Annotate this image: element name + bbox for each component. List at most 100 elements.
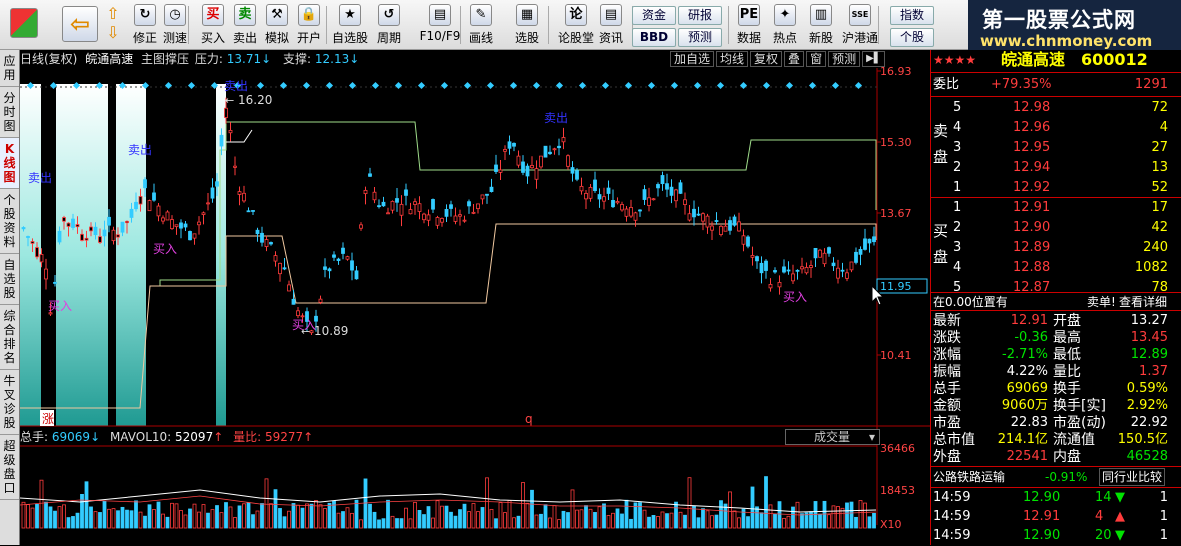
tick-price: 12.91 (1023, 509, 1061, 524)
volume-bar (692, 505, 696, 529)
toolbar-pick-label: 选股 (514, 31, 539, 45)
volume-indicator-select[interactable]: 成交量 ▾ (785, 429, 880, 445)
toolbar-back-button[interactable]: ⇦ (58, 2, 102, 48)
toolbar-small-button[interactable]: 资金 (632, 6, 676, 25)
toolbar-speed-button[interactable]: ◷ 测速 (160, 2, 190, 48)
ask-row[interactable]: 5 12.98 72 (931, 98, 1181, 118)
toolbar-info-button[interactable]: ▤ 资讯 (596, 2, 626, 48)
toolbar-data-button[interactable]: PE 数据 (734, 2, 764, 48)
candle-body (552, 148, 557, 151)
view-detail-link[interactable]: 查看详细 (1119, 292, 1167, 312)
low-price-label: 10.89 (314, 324, 348, 338)
volume-bar (867, 516, 872, 529)
toolbar-buy-button[interactable]: 买买入 (198, 2, 228, 48)
stat-label: 外盘 (933, 449, 961, 465)
candle-body (219, 134, 224, 147)
candle-body (822, 252, 827, 265)
volume-bar (458, 509, 462, 529)
candle-body (863, 238, 867, 250)
toolbar-separator (728, 6, 729, 44)
volume-bar (75, 512, 80, 529)
toolbar-small-button[interactable]: 指数 (890, 6, 934, 25)
sidebar-tab[interactable]: 牛叉诊股 (0, 370, 19, 435)
ask-row[interactable]: 2 12.94 13 (931, 158, 1181, 178)
toolbar-pick-button[interactable]: ▦ 选股 (512, 2, 542, 48)
candle-body (39, 254, 44, 263)
toolbar-forum-button[interactable]: 论论股堂 (556, 2, 596, 48)
volume-bar (728, 491, 732, 529)
toolbar-hot-button[interactable]: ✦ 热点 (770, 2, 800, 48)
candle-body (714, 220, 719, 222)
sidebar-tab[interactable]: 自选股 (0, 254, 19, 305)
bid-row[interactable]: 3 12.89 240 (931, 238, 1181, 258)
ask-row[interactable]: 4 12.96 4 (931, 118, 1181, 138)
price-tick-label: 10.41 (880, 349, 912, 362)
sidebar-tab[interactable]: 超级盘口 (0, 435, 19, 500)
candle-body (336, 258, 341, 261)
sidebar-tab[interactable]: 分时图 (0, 87, 19, 138)
candle-body (395, 198, 399, 203)
signal-diamond (463, 81, 472, 90)
volume-bar (597, 506, 602, 529)
candle-body (611, 200, 615, 208)
candle-body (53, 281, 57, 284)
bid-row[interactable]: 4 12.88 1082 (931, 258, 1181, 278)
sidebar-tab[interactable]: 应用 (0, 50, 19, 87)
kline-svg: 16.9315.3013.6711.9510.41卖出卖出卖出卖出买入买入买入买… (20, 65, 930, 531)
toolbar-open-button[interactable]: 🔒 开户 (294, 2, 324, 48)
toolbar-small-button[interactable]: 个股 (890, 28, 934, 47)
toolbar-simulate-button[interactable]: ⚒ 模拟 (262, 2, 292, 48)
toolbar-sell-button[interactable]: 卖卖出 (230, 2, 260, 48)
volume-bar (435, 500, 440, 529)
candle-body (197, 221, 201, 226)
candle-body (183, 223, 188, 228)
candle-body (543, 145, 548, 158)
industry-name[interactable]: 公路铁路运输 (933, 467, 1005, 487)
toolbar-hk-button[interactable]: SSE 沪港通 (840, 2, 880, 48)
volume-bar (287, 510, 291, 529)
toolbar-period-button[interactable]: ↺ 周期 (374, 2, 404, 48)
period-icon: ↺ (378, 4, 400, 26)
candle-body (179, 222, 183, 229)
volume-bar (368, 503, 372, 529)
sidebar-tab[interactable]: 个股资料 (0, 189, 19, 254)
volume-bar (701, 508, 705, 529)
down-arrow-icon[interactable]: ⇩ (100, 23, 126, 42)
stat-row: 外盘 22541 内盘 46528 (931, 447, 1181, 467)
toolbar-modify-button[interactable]: ↻ 修正 (130, 2, 160, 48)
candle-body (737, 221, 741, 232)
candle-body (341, 247, 345, 254)
compare-link[interactable]: 同行业比较 (1099, 468, 1166, 486)
bid-row[interactable]: 2 12.90 42 (931, 218, 1181, 238)
toolbar-watchlist-button[interactable]: ★ 自选股 (330, 2, 370, 48)
candle-body (809, 265, 813, 268)
bid-row[interactable]: 1 12.91 17 (931, 198, 1181, 218)
kline-chart-area[interactable]: 日线(复权) 皖通高速 主图撑压 压力: 13.71↓ 支撑: 12.13↓ 加… (20, 50, 930, 545)
highlight-band (56, 84, 108, 426)
candle-body (840, 269, 845, 272)
candle-body (381, 201, 386, 207)
sidebar-tab[interactable]: K线图 (0, 138, 19, 189)
app-menu-icon[interactable] (6, 2, 42, 48)
volume-bar (440, 505, 444, 529)
candle-body (323, 266, 327, 270)
toolbar-f10-button[interactable]: ▤ F10/F9 (418, 2, 462, 48)
ask-volume: 27 (1151, 140, 1168, 155)
candle-body (435, 217, 440, 226)
sidebar-tab[interactable]: 综合排名 (0, 305, 19, 370)
up-arrow-icon[interactable]: ⇧ (100, 4, 126, 23)
toolbar-draw-button[interactable]: ✎ 画线 (466, 2, 496, 48)
volume-bar (746, 516, 750, 529)
stat-label: 内盘 (1053, 449, 1081, 465)
ask-row[interactable]: 1 12.92 52 (931, 178, 1181, 198)
toolbar-small-button[interactable]: 预测 (678, 28, 722, 47)
up-down-arrows[interactable]: ⇧ ⇩ (100, 2, 126, 48)
candle-body (669, 186, 674, 196)
toolbar-small-button[interactable]: 研报 (678, 6, 722, 25)
ask-row[interactable]: 3 12.95 27 (931, 138, 1181, 158)
toolbar-newstock-button[interactable]: ▥ 新股 (806, 2, 836, 48)
toolbar-small-button[interactable]: BBD (632, 28, 676, 47)
volume-bar (273, 489, 278, 529)
candle-body (102, 229, 107, 237)
candle-body (687, 213, 692, 221)
